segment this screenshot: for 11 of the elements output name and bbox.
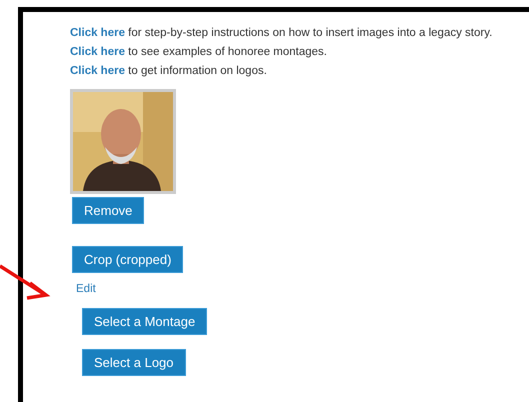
edit-link[interactable]: Edit: [76, 283, 96, 295]
help-text: Click here to get information on logos.: [70, 64, 268, 79]
action-button[interactable]: Select a Logo: [82, 349, 186, 376]
action-button[interactable]: Remove: [72, 197, 144, 224]
click-here-link[interactable]: Click here: [70, 27, 125, 39]
action-button[interactable]: Select a Montage: [82, 308, 208, 336]
action-button[interactable]: Crop (cropped): [72, 246, 184, 273]
help-text: Click here to see examples of honoree montages.: [70, 45, 328, 60]
help-text: Click here for step-by-step instructions on how to insert images into a legacy story.: [70, 26, 494, 41]
click-here-link[interactable]: Click here: [70, 46, 125, 58]
click-here-link[interactable]: Click here: [70, 65, 125, 77]
